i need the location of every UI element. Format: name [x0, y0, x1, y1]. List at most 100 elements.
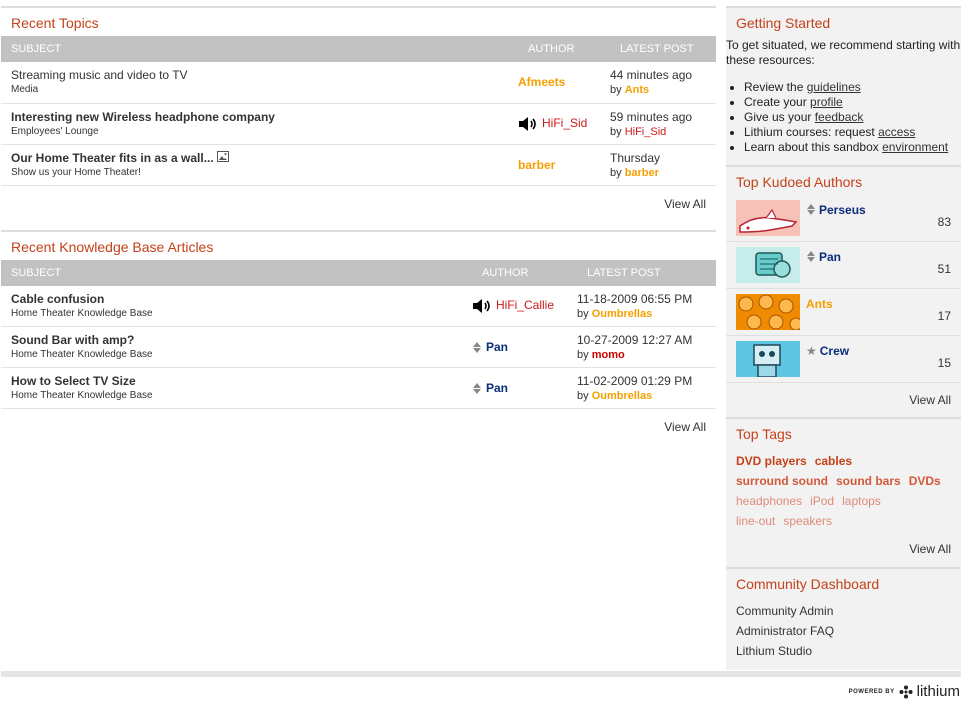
view-all-tags-link[interactable]: View All	[726, 531, 961, 567]
author-link[interactable]: HiFi_Callie	[472, 292, 577, 314]
tag-link[interactable]: sound bars	[836, 474, 901, 488]
top-tags-title: Top Tags	[726, 417, 961, 447]
latest-post-time: Thursday	[610, 150, 661, 165]
kudoed-author-link[interactable]: ★ Crew	[806, 343, 849, 358]
kudoed-author-link[interactable]: Perseus	[806, 202, 866, 217]
latest-post-time: 11-02-2009 01:29 PM	[577, 374, 693, 388]
topic-subject-link[interactable]: Our Home Theater fits in as a wall...	[11, 150, 518, 166]
latest-post-user-link[interactable]: Oumbrellas	[592, 390, 653, 402]
tag-link[interactable]: headphones	[736, 494, 802, 508]
feedback-link[interactable]: feedback	[815, 110, 864, 124]
community-admin-link[interactable]: Community Admin	[736, 601, 951, 621]
tag-link[interactable]: surround sound	[736, 474, 828, 488]
recent-topics-table: SUBJECT AUTHOR LATEST POST Streaming mus…	[1, 36, 716, 186]
administrator-faq-link[interactable]: Administrator FAQ	[736, 621, 951, 641]
tag-link[interactable]: DVD players	[736, 454, 807, 468]
topic-subject-link[interactable]: Interesting new Wireless headphone compa…	[11, 110, 518, 125]
table-row: How to Select TV Size Home Theater Knowl…	[1, 367, 716, 409]
profile-link[interactable]: profile	[810, 95, 843, 109]
board-link[interactable]: Employees' Lounge	[11, 125, 518, 138]
tag-link[interactable]: iPod	[810, 494, 834, 508]
author-name: Pan	[486, 340, 509, 354]
kudos-count: 83	[937, 215, 951, 229]
avatar[interactable]	[736, 247, 800, 283]
latest-post-user-link[interactable]: momo	[592, 349, 625, 361]
by-label: by	[577, 390, 589, 402]
recent-kb-table: SUBJECT AUTHOR LATEST POST Cable confusi…	[1, 259, 716, 409]
kudoed-author-link[interactable]: Ants	[806, 296, 833, 311]
board-link[interactable]: Media	[11, 83, 518, 96]
rank-icon	[472, 382, 482, 395]
latest-post-time: 44 minutes ago	[610, 68, 693, 82]
main-column: Recent Topics SUBJECT AUTHOR LATEST POST…	[1, 6, 716, 445]
author-name: Pan	[486, 381, 509, 395]
latest-post-user-link[interactable]: Oumbrellas	[592, 308, 653, 320]
table-row: Our Home Theater fits in as a wall... Sh…	[1, 144, 716, 186]
list-item-text: Lithium courses: request	[744, 125, 879, 139]
tag-link[interactable]: speakers	[783, 514, 832, 528]
rank-icon	[806, 203, 816, 216]
topic-subject-link[interactable]: Streaming music and video to TV	[11, 68, 518, 83]
author-name: Afmeets	[518, 75, 566, 89]
article-subject-link[interactable]: Sound Bar with amp?	[11, 333, 472, 348]
guidelines-link[interactable]: guidelines	[807, 80, 861, 94]
getting-started-intro: To get situated, we recommend starting w…	[726, 38, 961, 67]
list-item-text: Review the	[744, 80, 807, 94]
getting-started-list: Review the guidelines Create your profil…	[726, 80, 961, 155]
tag-link[interactable]: laptops	[842, 494, 881, 508]
lithium-studio-link[interactable]: Lithium Studio	[736, 641, 951, 661]
author-link[interactable]: Pan	[472, 333, 577, 355]
board-link[interactable]: Home Theater Knowledge Base	[11, 307, 472, 320]
column-header-latest-post: LATEST POST	[577, 259, 716, 286]
author-link[interactable]: Pan	[472, 374, 577, 396]
view-all-kb-link[interactable]: View All	[1, 409, 716, 445]
kudoed-author-row: ★ Crew 15	[726, 336, 961, 383]
sidebar: Getting Started To get situated, we reco…	[726, 6, 961, 670]
column-header-latest-post: LATEST POST	[610, 36, 716, 62]
board-link[interactable]: Show us your Home Theater!	[11, 166, 518, 179]
column-header-author: AUTHOR	[472, 259, 577, 286]
author-name: HiFi_Sid	[542, 116, 588, 130]
latest-post-user-link[interactable]: barber	[625, 167, 659, 179]
recent-kb-title: Recent Knowledge Base Articles	[1, 229, 716, 260]
topic-subject-text: Our Home Theater fits in as a wall...	[11, 150, 214, 165]
latest-post-time: 10-27-2009 12:27 AM	[577, 333, 693, 347]
table-row: Interesting new Wireless headphone compa…	[1, 103, 716, 145]
author-link[interactable]: barber	[518, 151, 610, 173]
powered-by-lithium[interactable]: POWERED BY lithium	[849, 683, 960, 700]
view-all-kudoed-link[interactable]: View All	[726, 383, 961, 417]
by-label: by	[610, 125, 622, 138]
latest-post-user-link[interactable]: Ants	[625, 84, 649, 96]
article-subject-link[interactable]: Cable confusion	[11, 292, 472, 307]
view-all-topics-link[interactable]: View All	[1, 186, 716, 222]
author-link[interactable]: Afmeets	[518, 68, 610, 90]
recent-topics-title: Recent Topics	[1, 6, 716, 36]
kudoed-author-row: Perseus 83	[726, 195, 961, 242]
community-dashboard-title: Community Dashboard	[726, 567, 961, 597]
board-link[interactable]: Home Theater Knowledge Base	[11, 389, 472, 402]
list-item: Create your profile	[744, 95, 961, 110]
speaker-icon	[519, 116, 536, 131]
tag-link[interactable]: cables	[815, 454, 852, 468]
table-row: Cable confusion Home Theater Knowledge B…	[1, 285, 716, 327]
tag-link[interactable]: DVDs	[909, 474, 941, 488]
kudoed-author-name: Crew	[819, 343, 850, 358]
kudoed-author-link[interactable]: Pan	[806, 249, 841, 264]
avatar[interactable]	[736, 341, 800, 377]
kudos-count: 17	[937, 309, 951, 323]
by-label: by	[610, 166, 622, 179]
board-link[interactable]: Home Theater Knowledge Base	[11, 348, 472, 361]
kudoed-author-row: Pan 51	[726, 242, 961, 289]
article-subject-link[interactable]: How to Select TV Size	[11, 374, 472, 389]
access-link[interactable]: access	[878, 125, 915, 139]
latest-post-user-link[interactable]: HiFi_Sid	[625, 126, 667, 138]
author-link[interactable]: HiFi_Sid	[518, 110, 610, 132]
environment-link[interactable]: environment	[882, 140, 948, 154]
footer-divider	[1, 671, 961, 677]
avatar[interactable]	[736, 294, 800, 330]
dashboard-list: Community Admin Administrator FAQ Lithiu…	[726, 597, 961, 661]
by-label: by	[577, 349, 589, 361]
tag-link[interactable]: line-out	[736, 514, 775, 528]
avatar[interactable]	[736, 200, 800, 236]
lithium-brand: lithium	[916, 683, 960, 700]
